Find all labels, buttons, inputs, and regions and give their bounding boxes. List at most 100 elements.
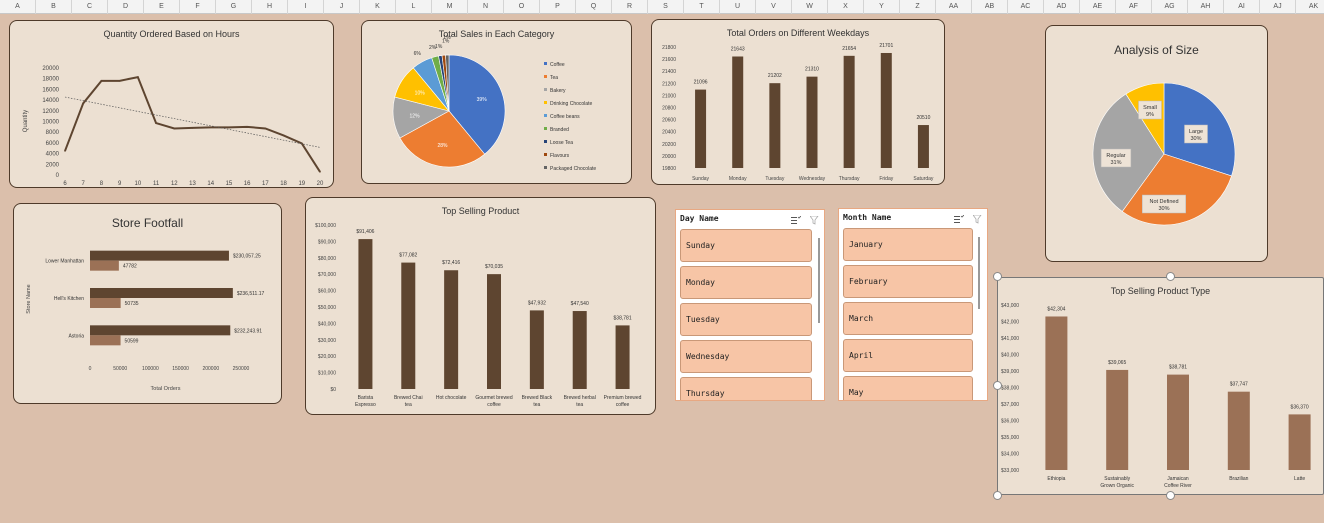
column-header-q[interactable]: Q xyxy=(576,0,612,14)
column-header-c[interactable]: C xyxy=(72,0,108,14)
callout-percent: 30% xyxy=(1190,136,1201,142)
column-header-ak[interactable]: AK xyxy=(1296,0,1324,14)
day-name-slicer[interactable]: Day Name Sunday Monday Tuesday Wednesday… xyxy=(675,209,825,401)
bar-value-label: $236,511.17 xyxy=(237,291,265,297)
product-type-chart-card[interactable]: Top Selling Product Type $43,000 $42,000 $… xyxy=(997,277,1324,495)
x-tick-label: Premium brewed xyxy=(604,395,642,401)
y-tick-label: $60,000 xyxy=(318,289,336,295)
column-header-l[interactable]: L xyxy=(396,0,432,14)
column-header-m[interactable]: M xyxy=(432,0,468,14)
y-tick-label: 21200 xyxy=(662,81,676,87)
product-type-bar xyxy=(1288,414,1311,470)
day-slicer-item[interactable]: Tuesday xyxy=(680,303,812,336)
bar-value-label: $36,370 xyxy=(1291,404,1309,410)
day-slicer-title: Day Name xyxy=(680,214,719,223)
column-header-y[interactable]: Y xyxy=(864,0,900,14)
y-tick-label: $42,000 xyxy=(1001,320,1019,326)
quantity-series-line xyxy=(64,75,321,173)
weekdays-chart-card[interactable]: Total Orders on Different Weekdays 21800… xyxy=(651,19,945,185)
product-bar xyxy=(358,239,373,389)
column-header-n[interactable]: N xyxy=(468,0,504,14)
column-header-g[interactable]: G xyxy=(216,0,252,14)
column-header-e[interactable]: E xyxy=(144,0,180,14)
column-header-ab[interactable]: AB xyxy=(972,0,1008,14)
slice-label: 39% xyxy=(477,97,488,103)
month-slicer-item[interactable]: January xyxy=(843,228,973,261)
column-header-s[interactable]: S xyxy=(648,0,684,14)
footfall-chart-card[interactable]: Store Footfall Lower Manhattan $230,057.2… xyxy=(13,203,282,404)
y-tick-label: $35,000 xyxy=(1001,435,1019,441)
month-slicer-scrollbar[interactable] xyxy=(978,237,980,309)
hours-chart-card[interactable]: Quantity Ordered Based on Hours 20000 180… xyxy=(9,20,334,188)
product-chart-card[interactable]: Top Selling Product $100,000 $90,000 $80,0… xyxy=(305,197,656,415)
x-tick-label: 8 xyxy=(100,181,104,187)
column-header-p[interactable]: P xyxy=(540,0,576,14)
column-header-b[interactable]: B xyxy=(36,0,72,14)
month-slicer-item[interactable]: February xyxy=(843,265,973,298)
column-header-a[interactable]: A xyxy=(0,0,36,14)
column-header-x[interactable]: X xyxy=(828,0,864,14)
legend-swatch xyxy=(544,114,547,117)
resize-handle-bottom-middle[interactable] xyxy=(1166,491,1175,500)
y-tick-label: 21600 xyxy=(662,57,676,63)
month-slicer-title: Month Name xyxy=(843,213,892,222)
column-header-v[interactable]: V xyxy=(756,0,792,14)
x-tick-label: 16 xyxy=(244,181,251,187)
slice-label: 12% xyxy=(410,113,421,119)
y-tick-label: $41,000 xyxy=(1001,336,1019,342)
y-tick-label: 10000 xyxy=(42,120,59,126)
column-header-t[interactable]: T xyxy=(684,0,720,14)
month-slicer-item[interactable]: March xyxy=(843,302,973,335)
column-header-ac[interactable]: AC xyxy=(1008,0,1044,14)
month-slicer-item[interactable]: May xyxy=(843,376,973,400)
x-tick-label: tea xyxy=(533,402,540,408)
legend-swatch xyxy=(544,127,547,130)
column-header-ai[interactable]: AI xyxy=(1224,0,1260,14)
column-header-ad[interactable]: AD xyxy=(1044,0,1080,14)
day-slicer-item[interactable]: Monday xyxy=(680,266,812,299)
column-header-i[interactable]: I xyxy=(288,0,324,14)
resize-handle-top-middle[interactable] xyxy=(1166,272,1175,281)
column-header-ag[interactable]: AG xyxy=(1152,0,1188,14)
x-tick-label: Monday xyxy=(729,176,747,182)
column-header-af[interactable]: AF xyxy=(1116,0,1152,14)
x-tick-label: 12 xyxy=(171,181,178,187)
x-tick-label: 150000 xyxy=(172,366,189,372)
x-tick-label: Espresso xyxy=(355,402,376,408)
column-header-aj[interactable]: AJ xyxy=(1260,0,1296,14)
column-header-k[interactable]: K xyxy=(360,0,396,14)
month-name-slicer[interactable]: Month Name January February March April … xyxy=(838,208,988,401)
category-chart-card[interactable]: Total Sales in Each Category 39% 28% 12% 10… xyxy=(361,20,632,184)
column-header-o[interactable]: O xyxy=(504,0,540,14)
day-slicer-item[interactable]: Thursday xyxy=(680,377,812,400)
y-tick-label: 0 xyxy=(56,173,60,179)
resize-handle-top-left[interactable] xyxy=(993,272,1002,281)
resize-handle-middle-left[interactable] xyxy=(993,381,1002,390)
column-header-r[interactable]: R xyxy=(612,0,648,14)
footfall-bar xyxy=(90,298,121,308)
column-header-ae[interactable]: AE xyxy=(1080,0,1116,14)
column-header-ah[interactable]: AH xyxy=(1188,0,1224,14)
day-slicer-item[interactable]: Wednesday xyxy=(680,340,812,373)
day-slicer-scrollbar[interactable] xyxy=(818,238,820,323)
column-header-aa[interactable]: AA xyxy=(936,0,972,14)
day-slicer-item[interactable]: Sunday xyxy=(680,229,812,262)
resize-handle-bottom-left[interactable] xyxy=(993,491,1002,500)
quantity-point xyxy=(264,127,267,130)
bar-value-label: $91,406 xyxy=(356,229,374,235)
size-chart-card[interactable]: Analysis of Size Large 30% Not Defined 30% R… xyxy=(1045,25,1268,262)
column-header-d[interactable]: D xyxy=(108,0,144,14)
column-header-z[interactable]: Z xyxy=(900,0,936,14)
column-header-j[interactable]: J xyxy=(324,0,360,14)
column-header-w[interactable]: W xyxy=(792,0,828,14)
bar-value-label: 21310 xyxy=(805,67,819,73)
y-tick-label: Lower Manhattan xyxy=(45,259,84,265)
column-header-f[interactable]: F xyxy=(180,0,216,14)
clear-filter-icon[interactable] xyxy=(972,213,983,231)
size-pie-chart: Large30%Not Defined30%Regular31%Small9% xyxy=(1092,82,1236,226)
column-header-h[interactable]: H xyxy=(252,0,288,14)
month-slicer-item[interactable]: April xyxy=(843,339,973,372)
y-tick-label: $10,000 xyxy=(318,371,336,377)
column-header-u[interactable]: U xyxy=(720,0,756,14)
clear-filter-icon[interactable] xyxy=(809,214,820,232)
